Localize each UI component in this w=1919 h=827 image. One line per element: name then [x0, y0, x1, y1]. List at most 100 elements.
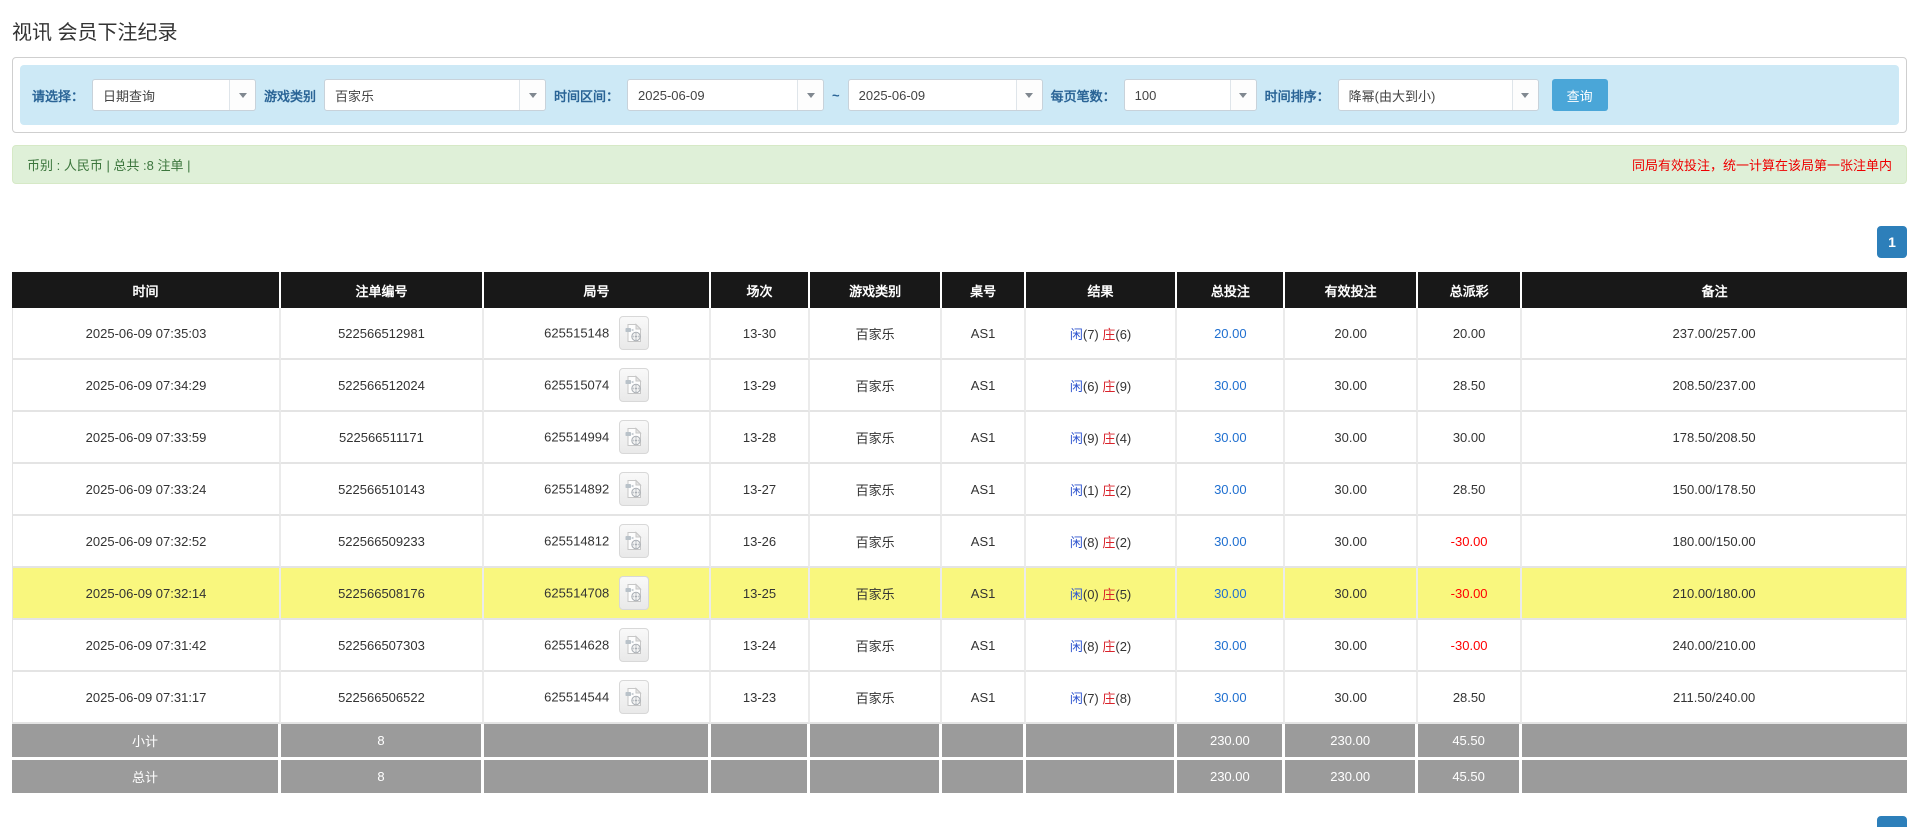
total-bet-link[interactable]: 30.00 — [1214, 690, 1247, 705]
summary-empty-cell — [810, 724, 943, 760]
chevron-down-icon[interactable] — [797, 80, 823, 110]
cell-time: 2025-06-09 07:35:03 — [12, 308, 281, 360]
cell-bet-id: 522566512024 — [281, 360, 484, 412]
chevron-down-icon[interactable] — [1016, 80, 1042, 110]
result-player-label: 闲 — [1070, 535, 1083, 550]
total-bet-link[interactable]: 20.00 — [1214, 326, 1247, 341]
cell-result: 闲(1) 庄(2) — [1026, 464, 1178, 516]
cell-result: 闲(8) 庄(2) — [1026, 620, 1178, 672]
column-header: 备注 — [1522, 272, 1907, 308]
video-replay-button[interactable] — [619, 420, 649, 454]
summary-bar: 币别 : 人民币 | 总共 :8 注单 | 同局有效投注，统一计算在该局第一张注… — [12, 145, 1907, 184]
total-bet-link[interactable]: 30.00 — [1214, 378, 1247, 393]
round-id-text: 625515074 — [544, 378, 609, 393]
query-mode-select[interactable]: 日期查询 — [92, 79, 256, 111]
video-replay-button[interactable] — [619, 316, 649, 350]
cell-bet-id: 522566512981 — [281, 308, 484, 360]
result-player-label: 闲 — [1070, 483, 1083, 498]
date-from-select[interactable]: 2025-06-09 — [627, 79, 824, 111]
video-replay-button[interactable] — [619, 576, 649, 610]
cell-table-id: AS1 — [942, 308, 1025, 360]
result-banker-label: 庄 — [1102, 431, 1115, 446]
summary-empty-cell — [810, 760, 943, 796]
date-from-value: 2025-06-09 — [628, 80, 797, 110]
summary-payout: 45.50 — [1418, 724, 1522, 760]
date-to-select[interactable]: 2025-06-09 — [848, 79, 1043, 111]
video-file-icon — [625, 687, 642, 707]
summary-empty-cell — [484, 724, 711, 760]
game-type-select[interactable]: 百家乐 — [324, 79, 546, 111]
bet-row: 2025-06-09 07:35:03522566512981 625515148… — [12, 308, 1907, 360]
cell-result: 闲(8) 庄(2) — [1026, 516, 1178, 568]
summary-empty-cell — [1026, 724, 1178, 760]
total-bet-link[interactable]: 30.00 — [1214, 586, 1247, 601]
cell-valid-bet: 30.00 — [1285, 516, 1418, 568]
cell-total-bet: 30.00 — [1177, 620, 1285, 672]
cell-valid-bet: 20.00 — [1285, 308, 1418, 360]
column-header: 桌号 — [942, 272, 1025, 308]
cell-session: 13-24 — [711, 620, 810, 672]
round-id-text: 625514994 — [544, 430, 609, 445]
cell-round-id: 625514994 — [484, 412, 711, 464]
page-1-button[interactable]: 1 — [1877, 226, 1907, 258]
video-file-icon — [625, 427, 642, 447]
column-header: 游戏类别 — [810, 272, 943, 308]
cell-session: 13-23 — [711, 672, 810, 724]
cell-game-type: 百家乐 — [810, 360, 943, 412]
search-button[interactable]: 查询 — [1552, 79, 1608, 111]
video-file-icon — [625, 635, 642, 655]
page-size-value: 100 — [1125, 80, 1230, 110]
video-replay-button[interactable] — [619, 524, 649, 558]
time-range-label: 时间区间： — [554, 86, 619, 105]
chevron-down-icon[interactable] — [1230, 80, 1256, 110]
summary-bet-count: 8 — [281, 760, 484, 796]
page-1-button[interactable]: 1 — [1877, 816, 1907, 827]
cell-remark: 210.00/180.00 — [1522, 568, 1907, 620]
page-size-select[interactable]: 100 — [1124, 79, 1257, 111]
summary-empty-cell — [1522, 760, 1907, 796]
chevron-down-icon[interactable] — [229, 80, 255, 110]
cell-valid-bet: 30.00 — [1285, 672, 1418, 724]
cell-round-id: 625515148 — [484, 308, 711, 360]
summary-empty-cell — [1522, 724, 1907, 760]
cell-remark: 180.00/150.00 — [1522, 516, 1907, 568]
summary-empty-cell — [711, 724, 810, 760]
summary-total-bet: 230.00 — [1177, 724, 1285, 760]
game-type-value: 百家乐 — [325, 80, 519, 110]
cell-valid-bet: 30.00 — [1285, 412, 1418, 464]
round-id-text: 625514544 — [544, 690, 609, 705]
video-replay-button[interactable] — [619, 628, 649, 662]
chevron-down-icon[interactable] — [1512, 80, 1538, 110]
summary-bet-count: 8 — [281, 724, 484, 760]
round-id-text: 625514628 — [544, 638, 609, 653]
total-bet-link[interactable]: 30.00 — [1214, 430, 1247, 445]
round-id-text: 625515148 — [544, 326, 609, 341]
cell-round-id: 625514628 — [484, 620, 711, 672]
cell-game-type: 百家乐 — [810, 516, 943, 568]
chevron-down-icon[interactable] — [519, 80, 545, 110]
cell-bet-id: 522566506522 — [281, 672, 484, 724]
cell-time: 2025-06-09 07:31:42 — [12, 620, 281, 672]
page: 视讯 会员下注纪录 请选择： 日期查询 游戏类别 百家乐 时间区间： 2025-… — [0, 0, 1919, 827]
total-bet-link[interactable]: 30.00 — [1214, 534, 1247, 549]
video-replay-button[interactable] — [619, 680, 649, 714]
column-header: 有效投注 — [1285, 272, 1418, 308]
query-mode-value: 日期查询 — [93, 80, 229, 110]
cell-remark: 237.00/257.00 — [1522, 308, 1907, 360]
total-bet-link[interactable]: 30.00 — [1214, 482, 1247, 497]
cell-round-id: 625514812 — [484, 516, 711, 568]
cell-round-id: 625514708 — [484, 568, 711, 620]
video-replay-button[interactable] — [619, 472, 649, 506]
range-separator: ~ — [832, 88, 840, 103]
summary-row: 小计8230.00230.0045.50 — [12, 724, 1907, 760]
cell-valid-bet: 30.00 — [1285, 360, 1418, 412]
cell-bet-id: 522566509233 — [281, 516, 484, 568]
cell-time: 2025-06-09 07:33:24 — [12, 464, 281, 516]
video-file-icon — [625, 323, 642, 343]
time-sort-select[interactable]: 降幂(由大到小) — [1338, 79, 1539, 111]
total-bet-link[interactable]: 30.00 — [1214, 638, 1247, 653]
cell-game-type: 百家乐 — [810, 412, 943, 464]
result-banker-label: 庄 — [1102, 483, 1115, 498]
video-replay-button[interactable] — [619, 368, 649, 402]
summary-empty-cell — [484, 760, 711, 796]
